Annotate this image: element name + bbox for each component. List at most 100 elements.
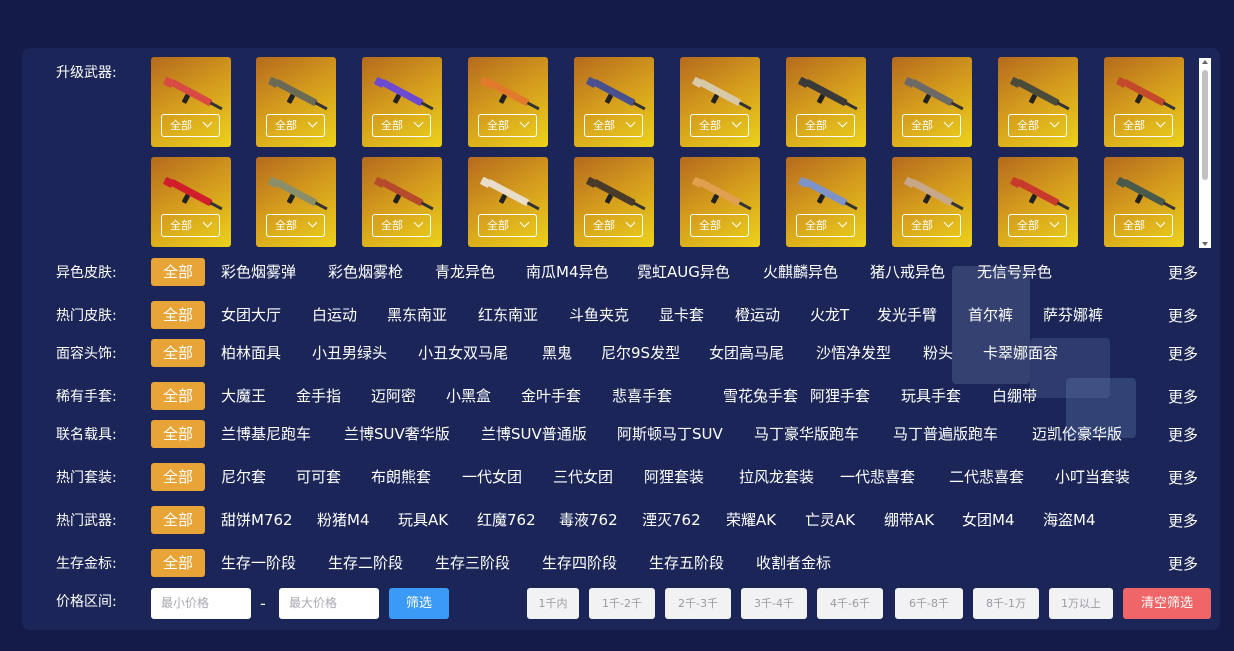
filter-chip[interactable]: 尼尔9S发型 [601,339,680,367]
filter-chip-all[interactable]: 全部 [151,549,205,577]
filter-chip[interactable]: 亡灵AK [805,506,855,534]
filter-chip[interactable]: 霓虹AUG异色 [637,258,730,286]
filter-chip[interactable]: 海盗M4 [1043,506,1096,534]
filter-chip[interactable]: 彩色烟雾枪 [328,258,403,286]
weapon-card[interactable]: 全部 [786,57,866,147]
filter-chip[interactable]: 悲喜手套 [612,382,672,410]
filter-chip[interactable]: 猪八戒异色 [870,258,945,286]
filter-chip[interactable]: 绷带AK [884,506,934,534]
weapon-level-select[interactable]: 全部 [161,214,220,237]
filter-chip[interactable]: 粉头 [923,339,953,367]
weapon-level-select[interactable]: 全部 [372,214,431,237]
filter-chip[interactable]: 白绷带 [992,382,1037,410]
filter-chip[interactable]: 青龙异色 [435,258,495,286]
scroll-up-arrow-icon[interactable] [1202,60,1208,64]
weapon-level-select[interactable]: 全部 [796,114,855,137]
filter-chip[interactable]: 甜饼M762 [221,506,293,534]
more-link-survival[interactable]: 更多 [1168,553,1198,574]
price-range-button[interactable]: 1千内 [527,588,579,619]
weapon-level-select[interactable]: 全部 [161,114,220,137]
weapon-level-select[interactable]: 全部 [1114,214,1173,237]
filter-chip[interactable]: 小丑女双马尾 [418,339,508,367]
weapon-level-select[interactable]: 全部 [478,114,537,137]
weapon-card[interactable]: 全部 [468,57,548,147]
weapon-card[interactable]: 全部 [574,57,654,147]
filter-chip[interactable]: 显卡套 [659,301,704,329]
filter-chip[interactable]: 无信号异色 [977,258,1052,286]
weapon-level-select[interactable]: 全部 [690,114,749,137]
filter-chip[interactable]: 金叶手套 [521,382,581,410]
more-link-suit[interactable]: 更多 [1168,467,1198,488]
filter-chip[interactable]: 女团高马尾 [709,339,784,367]
filter-chip[interactable]: 卡翠娜面容 [983,339,1058,367]
filter-chip[interactable]: 玩具AK [398,506,448,534]
price-range-button[interactable]: 1千-2千 [589,588,655,619]
filter-chip[interactable]: 马丁普遍版跑车 [893,420,998,448]
filter-chip[interactable]: 生存四阶段 [542,549,617,577]
weapon-level-select[interactable]: 全部 [372,114,431,137]
filter-chip-all[interactable]: 全部 [151,506,205,534]
filter-chip[interactable]: 兰博SUV奢华版 [344,420,450,448]
filter-chip[interactable]: 三代女团 [553,463,613,491]
weapon-level-select[interactable]: 全部 [266,214,325,237]
filter-chip[interactable]: 女团大厅 [221,301,281,329]
filter-chip[interactable]: 白运动 [312,301,357,329]
filter-chip[interactable]: 迈阿密 [371,382,416,410]
price-range-button[interactable]: 4千-6千 [817,588,883,619]
min-price-input[interactable]: 最小价格 [151,588,251,619]
weapon-card[interactable]: 全部 [892,157,972,247]
weapon-card[interactable]: 全部 [256,157,336,247]
price-range-button[interactable]: 2千-3千 [665,588,731,619]
filter-chip[interactable]: 红东南亚 [478,301,538,329]
weapon-card[interactable]: 全部 [1104,157,1184,247]
filter-chip[interactable]: 大魔王 [221,382,266,410]
price-range-button[interactable]: 6千-8千 [895,588,963,619]
filter-chip[interactable]: 二代悲喜套 [949,463,1024,491]
filter-chip[interactable]: 一代悲喜套 [840,463,915,491]
more-link-alt-color[interactable]: 更多 [1168,262,1198,283]
filter-chip[interactable]: 生存五阶段 [649,549,724,577]
scroll-thumb[interactable] [1202,70,1208,180]
weapon-card[interactable]: 全部 [362,57,442,147]
filter-chip[interactable]: 生存二阶段 [328,549,403,577]
weapon-level-select[interactable]: 全部 [266,114,325,137]
weapon-level-select[interactable]: 全部 [478,214,537,237]
filter-chip[interactable]: 收割者金标 [756,549,831,577]
filter-chip[interactable]: 黑东南亚 [387,301,447,329]
weapon-level-select[interactable]: 全部 [1008,214,1067,237]
filter-chip[interactable]: 萨芬娜裤 [1043,301,1103,329]
weapon-level-select[interactable]: 全部 [1114,114,1173,137]
filter-chip[interactable]: 阿狸套装 [644,463,704,491]
weapon-card[interactable]: 全部 [362,157,442,247]
weapon-card[interactable]: 全部 [1104,57,1184,147]
filter-chip[interactable]: 斗鱼夹克 [569,301,629,329]
weapon-level-select[interactable]: 全部 [1008,114,1067,137]
scroll-down-arrow-icon[interactable] [1202,242,1208,246]
filter-chip[interactable]: 发光手臂 [877,301,937,329]
filter-chip[interactable]: 黑鬼 [542,339,572,367]
weapon-card[interactable]: 全部 [998,157,1078,247]
weapon-level-select[interactable]: 全部 [902,214,961,237]
filter-chip[interactable]: 迈凯伦豪华版 [1032,420,1122,448]
filter-chip[interactable]: 沙悟净发型 [816,339,891,367]
filter-chip[interactable]: 女团M4 [962,506,1015,534]
filter-chip[interactable]: 阿斯顿马丁SUV [617,420,723,448]
filter-chip[interactable]: 柏林面具 [221,339,281,367]
filter-chip-all[interactable]: 全部 [151,382,205,410]
filter-chip[interactable]: 布朗熊套 [371,463,431,491]
filter-chip-all[interactable]: 全部 [151,463,205,491]
filter-chip[interactable]: 湮灭762 [642,506,701,534]
weapon-level-select[interactable]: 全部 [690,214,749,237]
filter-chip[interactable]: 小丑男绿头 [312,339,387,367]
filter-chip[interactable]: 火麒麟异色 [763,258,838,286]
more-link-vehicle[interactable]: 更多 [1168,424,1198,445]
weapon-level-select[interactable]: 全部 [584,214,643,237]
weapon-card[interactable]: 全部 [151,57,231,147]
filter-chip[interactable]: 荣耀AK [726,506,776,534]
clear-filter-button[interactable]: 清空筛选 [1123,588,1211,619]
filter-chip[interactable]: 南瓜M4异色 [526,258,609,286]
filter-chip[interactable]: 小叮当套装 [1055,463,1130,491]
weapon-level-select[interactable]: 全部 [902,114,961,137]
more-link-face[interactable]: 更多 [1168,343,1198,364]
filter-chip[interactable]: 生存三阶段 [435,549,510,577]
